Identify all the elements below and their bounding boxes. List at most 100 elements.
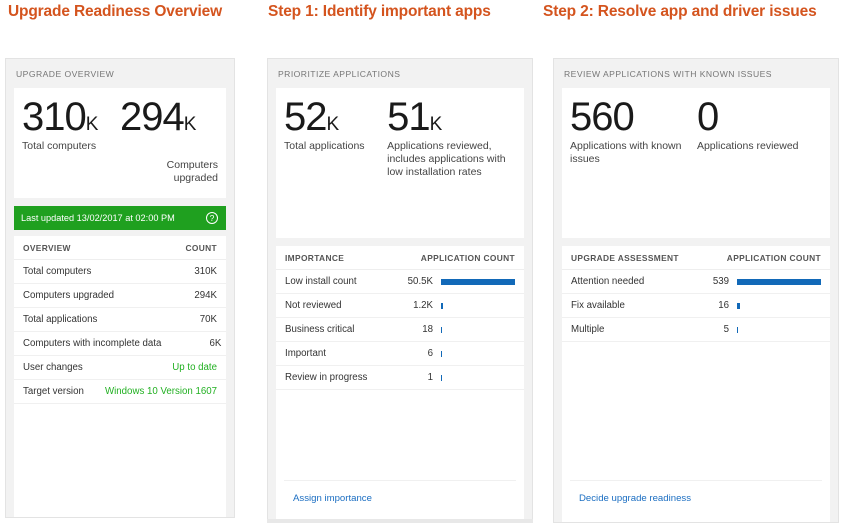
- table-row[interactable]: Not reviewed 1.2K: [276, 294, 524, 318]
- card-title-upgrade-overview: UPGRADE OVERVIEW: [16, 69, 115, 79]
- card-upgrade-overview: UPGRADE OVERVIEW 310K Total computers 29…: [5, 58, 235, 518]
- row-label: Total computers: [23, 266, 92, 277]
- column-header-count: COUNT: [185, 242, 217, 253]
- help-icon[interactable]: ?: [206, 212, 218, 224]
- table-row[interactable]: Review in progress 1: [276, 366, 524, 390]
- table-row[interactable]: Low install count 50.5K: [276, 270, 524, 294]
- bar: [441, 302, 443, 309]
- kpi-applications-reviewed-label: Applications reviewed, includes applicat…: [387, 140, 506, 179]
- row-bar-cell: [729, 326, 821, 333]
- row-bar-cell: [433, 326, 515, 333]
- table-row[interactable]: Fix available 16: [562, 294, 830, 318]
- kpi-apps-reviewed: 0 Applications reviewed: [696, 95, 822, 232]
- row-label: Low install count: [285, 276, 357, 287]
- table-importance: IMPORTANCE APPLICATION COUNT Low install…: [276, 246, 524, 522]
- kpi-total-applications: 52K Total applications: [284, 95, 387, 232]
- dashboard-page: Upgrade Readiness Overview Step 1: Ident…: [0, 0, 850, 523]
- row-value: 6: [427, 348, 433, 359]
- row-value: 70K: [199, 314, 217, 325]
- bar: [737, 302, 741, 309]
- row-label: Attention needed: [571, 276, 645, 287]
- bar: [737, 278, 821, 285]
- table-row[interactable]: Multiple 5: [562, 318, 830, 342]
- table-row[interactable]: Important 6: [276, 342, 524, 366]
- table-row[interactable]: Business critical 18: [276, 318, 524, 342]
- table-row[interactable]: Total applications 70K: [14, 308, 226, 332]
- kpi-computers-upgraded-label: Computers upgraded: [166, 159, 218, 185]
- kpi-total-applications-value: 52K: [284, 95, 340, 139]
- kpi-computers-upgraded-value: 294K: [120, 95, 197, 139]
- row-label: Fix available: [571, 300, 625, 311]
- decide-upgrade-readiness-link[interactable]: Decide upgrade readiness: [579, 493, 691, 504]
- card-review-applications: REVIEW APPLICATIONS WITH KNOWN ISSUES 56…: [553, 58, 839, 523]
- table-row[interactable]: Attention needed 539: [562, 270, 830, 294]
- row-bar-cell: [433, 374, 515, 381]
- bar: [441, 278, 515, 285]
- table-overview: OVERVIEW COUNT Total computers 310K Comp…: [14, 236, 226, 517]
- row-bar-cell: [433, 278, 515, 285]
- row-label: Multiple: [571, 324, 605, 335]
- row-value: 310K: [194, 266, 217, 277]
- kpi-total-computers-label: Total computers: [22, 140, 97, 153]
- clipped-card-edge: [267, 519, 533, 523]
- kpi-apps-reviewed-label: Applications reviewed: [696, 140, 799, 153]
- kpi-applications-reviewed-value: 51K: [387, 95, 443, 139]
- table-header-importance: IMPORTANCE APPLICATION COUNT: [276, 246, 524, 270]
- table-row[interactable]: Computers with incomplete data 6K: [14, 332, 226, 356]
- kpi-panel-overview: 310K Total computers 294K Computers upgr…: [14, 88, 226, 198]
- table-empty-space: [562, 342, 830, 480]
- section-heading-step1: Step 1: Identify important apps: [268, 3, 491, 20]
- column-header-application-count: APPLICATION COUNT: [726, 252, 821, 263]
- row-value: 539: [712, 276, 729, 287]
- row-label: Review in progress: [285, 372, 368, 383]
- row-value: Windows 10 Version 1607: [104, 386, 217, 397]
- row-value: 16: [718, 300, 729, 311]
- row-bar-cell: [433, 302, 515, 309]
- kpi-total-applications-label: Total applications: [284, 140, 365, 153]
- bar: [441, 326, 442, 333]
- row-label: Business critical: [285, 324, 355, 335]
- table-empty-space: [14, 404, 226, 517]
- kpi-total-computers: 310K Total computers: [22, 95, 120, 192]
- card-footer-review: Decide upgrade readiness: [570, 480, 822, 514]
- bar: [441, 374, 442, 381]
- table-header-upgrade-assessment: UPGRADE ASSESSMENT APPLICATION COUNT: [562, 246, 830, 270]
- bar: [441, 350, 442, 357]
- assign-importance-link[interactable]: Assign importance: [293, 493, 372, 504]
- status-banner-last-updated: Last updated 13/02/2017 at 02:00 PM ?: [14, 206, 226, 230]
- column-header-overview: OVERVIEW: [23, 242, 71, 253]
- row-value: Up to date: [172, 362, 217, 373]
- table-row[interactable]: Total computers 310K: [14, 260, 226, 284]
- kpi-panel-review: 560 Applications with known issues 0 App…: [562, 88, 830, 238]
- kpi-panel-prioritize: 52K Total applications 51K Applications …: [276, 88, 524, 238]
- card-title-review-applications: REVIEW APPLICATIONS WITH KNOWN ISSUES: [564, 69, 772, 79]
- row-label: Important: [285, 348, 326, 359]
- table-upgrade-assessment: UPGRADE ASSESSMENT APPLICATION COUNT Att…: [562, 246, 830, 522]
- kpi-apps-reviewed-value: 0: [696, 95, 719, 139]
- row-value: 18: [422, 324, 433, 335]
- kpi-applications-reviewed: 51K Applications reviewed, includes appl…: [387, 95, 516, 232]
- card-title-prioritize-applications: PRIORITIZE APPLICATIONS: [278, 69, 401, 79]
- card-prioritize-applications: PRIORITIZE APPLICATIONS 52K Total applic…: [267, 58, 533, 523]
- table-row[interactable]: User changes Up to date: [14, 356, 226, 380]
- table-empty-space: [276, 390, 524, 480]
- row-value: 1: [427, 372, 433, 383]
- row-value: 5: [723, 324, 729, 335]
- table-row[interactable]: Computers upgraded 294K: [14, 284, 226, 308]
- row-label: Total applications: [23, 314, 98, 325]
- row-value: 50.5K: [407, 276, 433, 287]
- kpi-total-computers-value: 310K: [22, 95, 99, 139]
- row-label: Not reviewed: [285, 300, 342, 311]
- table-row[interactable]: Target version Windows 10 Version 1607: [14, 380, 226, 404]
- row-value: 6K: [209, 338, 222, 349]
- section-heading-overview: Upgrade Readiness Overview: [8, 3, 223, 20]
- kpi-computers-upgraded: 294K Computers upgraded: [120, 95, 218, 192]
- row-value: 1.2K: [413, 300, 433, 311]
- kpi-apps-with-known-issues-label: Applications with known issues: [570, 140, 682, 166]
- row-bar-cell: [729, 278, 821, 285]
- table-header-overview: OVERVIEW COUNT: [14, 236, 226, 260]
- column-header-application-count: APPLICATION COUNT: [420, 252, 515, 263]
- row-value: 294K: [194, 290, 217, 301]
- row-label: User changes: [23, 362, 83, 373]
- status-banner-text: Last updated 13/02/2017 at 02:00 PM: [21, 213, 175, 223]
